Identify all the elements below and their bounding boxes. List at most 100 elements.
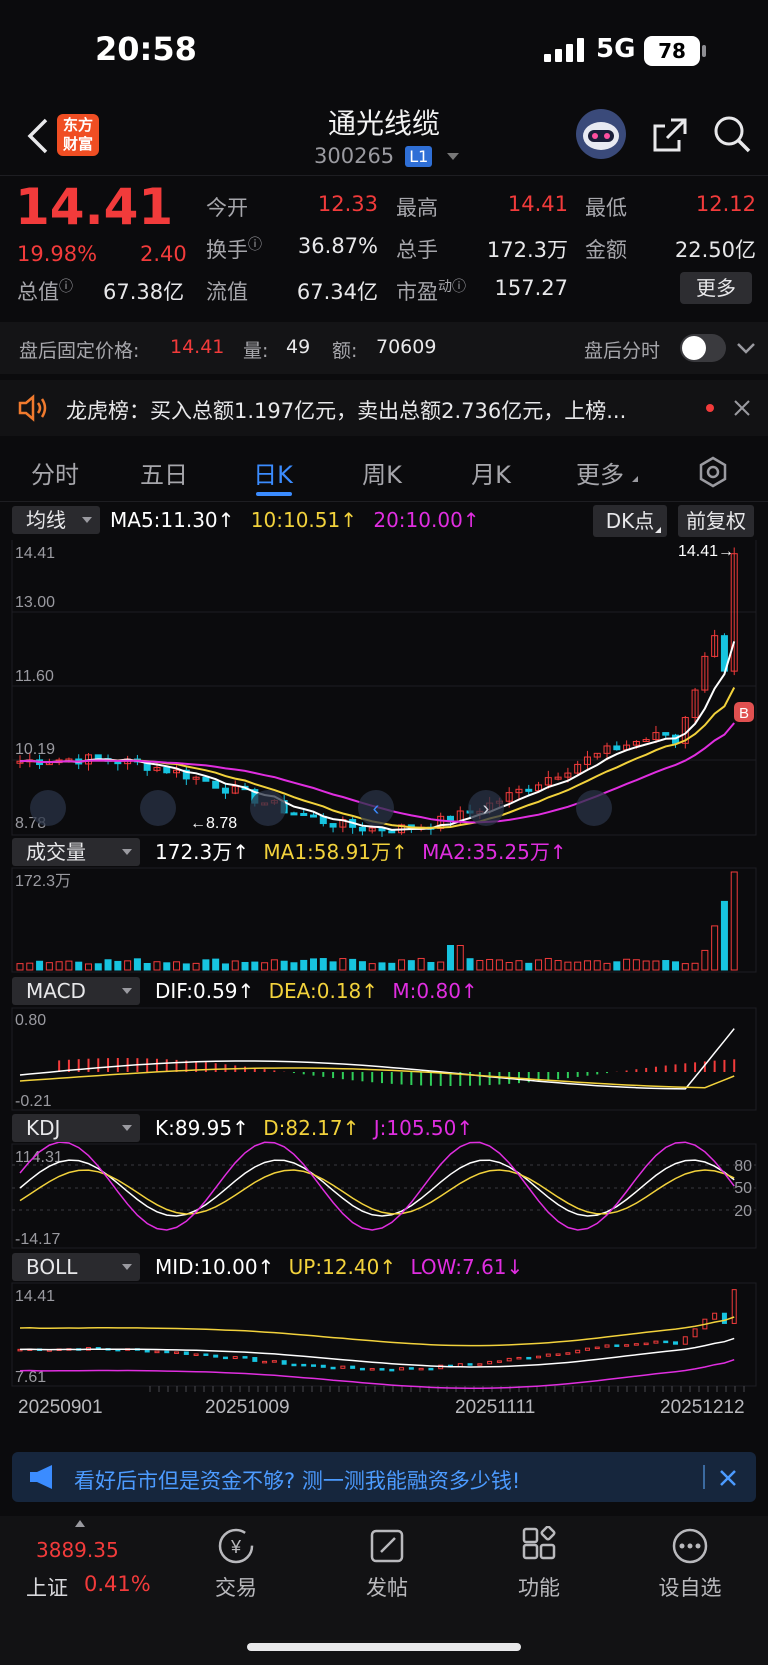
date-label: 20251212 (660, 1397, 745, 1418)
m-legend: M:0.80↑ (392, 979, 478, 1003)
macd-indicator-select[interactable]: MACD (12, 977, 140, 1005)
tab-monthly-k[interactable]: 月K (446, 455, 536, 490)
more-button[interactable]: 更多 (680, 272, 752, 304)
tab-more[interactable]: 更多 (555, 455, 645, 490)
volume-bar (564, 961, 572, 971)
volume-bar (368, 963, 376, 971)
open-value: 12.33 (317, 192, 378, 216)
boll-candle (340, 1365, 346, 1369)
share-icon[interactable] (651, 116, 689, 154)
boll-candle (408, 1367, 414, 1370)
volume-bar (672, 961, 680, 971)
boll-candle (418, 1367, 424, 1371)
volume-bar (261, 962, 269, 971)
boll-candle (536, 1355, 542, 1359)
adjust-button[interactable]: 前复权 (678, 505, 754, 537)
volume-bar (505, 961, 513, 971)
index-name[interactable]: 上证 (26, 1572, 68, 1602)
kdj-y-min: -14.17 (15, 1231, 60, 1248)
volume-bar (681, 963, 689, 971)
volume-bar (231, 960, 239, 971)
macd-y-max: 0.80 (15, 1012, 46, 1029)
kdj-indicator-select[interactable]: KDJ (12, 1114, 140, 1142)
boll-candle (721, 1312, 727, 1324)
after-hours-price: 14.41 (170, 336, 225, 358)
index-pct[interactable]: 0.41% (84, 1572, 151, 1596)
low-value: 12.12 (695, 192, 756, 216)
j-legend: J:105.50↑ (373, 1116, 474, 1140)
kline-indicator-select[interactable]: 均线 (12, 506, 100, 534)
nav-post[interactable]: 发帖 (337, 1572, 437, 1602)
tab-intraday[interactable]: 分时 (10, 455, 100, 490)
last-price: 14.41 (15, 178, 174, 236)
promo-text[interactable]: 看好后市但是资金不够? 测一测我能融资多少钱! (74, 1465, 520, 1495)
volume-bar (652, 960, 660, 971)
watchlist-icon[interactable] (640, 1526, 740, 1570)
boll-candle (682, 1336, 688, 1345)
volume-bar (456, 945, 464, 971)
boll-candle (731, 1289, 737, 1324)
tab-daily-k[interactable]: 日K (228, 455, 318, 490)
notice-text[interactable]: 龙虎榜：买入总额1.197亿元，卖出总额2.736亿元，上榜... (66, 395, 686, 425)
volume-bar (417, 957, 425, 971)
boll-candle (330, 1366, 336, 1370)
settings-gear-icon[interactable] (697, 456, 729, 488)
nav-trade[interactable]: 交易 (186, 1572, 286, 1602)
volume-bar (241, 961, 249, 971)
after-hours-toggle[interactable] (680, 334, 726, 362)
volume-bar (544, 957, 552, 971)
chevron-down-icon[interactable] (736, 340, 756, 356)
candle (202, 776, 210, 782)
index-value[interactable]: 3889.35 (36, 1538, 119, 1562)
volume-bar (182, 963, 190, 971)
post-icon[interactable] (337, 1526, 437, 1570)
tab-weekly-k[interactable]: 周K (337, 455, 427, 490)
low-legend: LOW:7.61↓ (410, 1255, 524, 1279)
volume-bar (339, 958, 347, 971)
volume-bar (535, 959, 543, 971)
boll-up-line (19, 1316, 735, 1347)
volume-indicator-select[interactable]: 成交量 (12, 838, 140, 866)
vol-legend: 172.3万↑ (155, 840, 250, 864)
vol-ma2-legend: MA2:35.25万↑ (422, 840, 567, 864)
panel-frame (11, 867, 757, 973)
volume-bar (466, 958, 474, 971)
volume-bar (642, 960, 650, 971)
buy-signal-label: B (739, 705, 749, 722)
functions-icon[interactable] (489, 1525, 589, 1570)
boll-candle (291, 1363, 297, 1367)
candle (212, 780, 220, 789)
boll-candle (545, 1353, 551, 1357)
volume-bar (495, 959, 503, 971)
nav-functions[interactable]: 功能 (489, 1572, 589, 1602)
volume-bar (310, 958, 318, 971)
robot-assistant-icon[interactable] (575, 108, 627, 160)
close-icon[interactable] (732, 398, 752, 418)
volume-bar (525, 962, 533, 971)
chart-scroll-marker (140, 790, 176, 826)
volume-bar (163, 962, 171, 971)
volume-value: 172.3万 (486, 238, 568, 262)
nav-add-watchlist[interactable]: 设自选 (640, 1572, 740, 1602)
tab-five-day[interactable]: 五日 (119, 455, 209, 490)
candle (329, 823, 337, 828)
boll-candle (604, 1344, 610, 1348)
candle (290, 812, 298, 816)
kline-chart[interactable]: 14.4113.0011.6010.198.7814.41→←8.78172.3… (0, 540, 768, 1490)
pe-label: 市盈动ⓘ (396, 279, 466, 304)
trade-icon[interactable]: ¥ (186, 1526, 286, 1570)
volume-bar (613, 961, 621, 971)
volume-bar (202, 959, 210, 971)
active-tab-indicator (256, 492, 292, 496)
boll-candle (614, 1344, 620, 1347)
boll-candle (584, 1347, 590, 1351)
boll-indicator-select[interactable]: BOLL (12, 1253, 140, 1281)
volume-bar (730, 871, 738, 971)
volume-label: 总手 (396, 238, 438, 262)
boll-candle (712, 1312, 718, 1320)
volume-bar (94, 963, 102, 971)
info-icon: ⓘ (452, 279, 466, 295)
stock-code-row[interactable]: 300265 L1 (314, 144, 460, 174)
search-icon[interactable] (712, 114, 752, 154)
promo-close-icon[interactable] (718, 1468, 738, 1488)
